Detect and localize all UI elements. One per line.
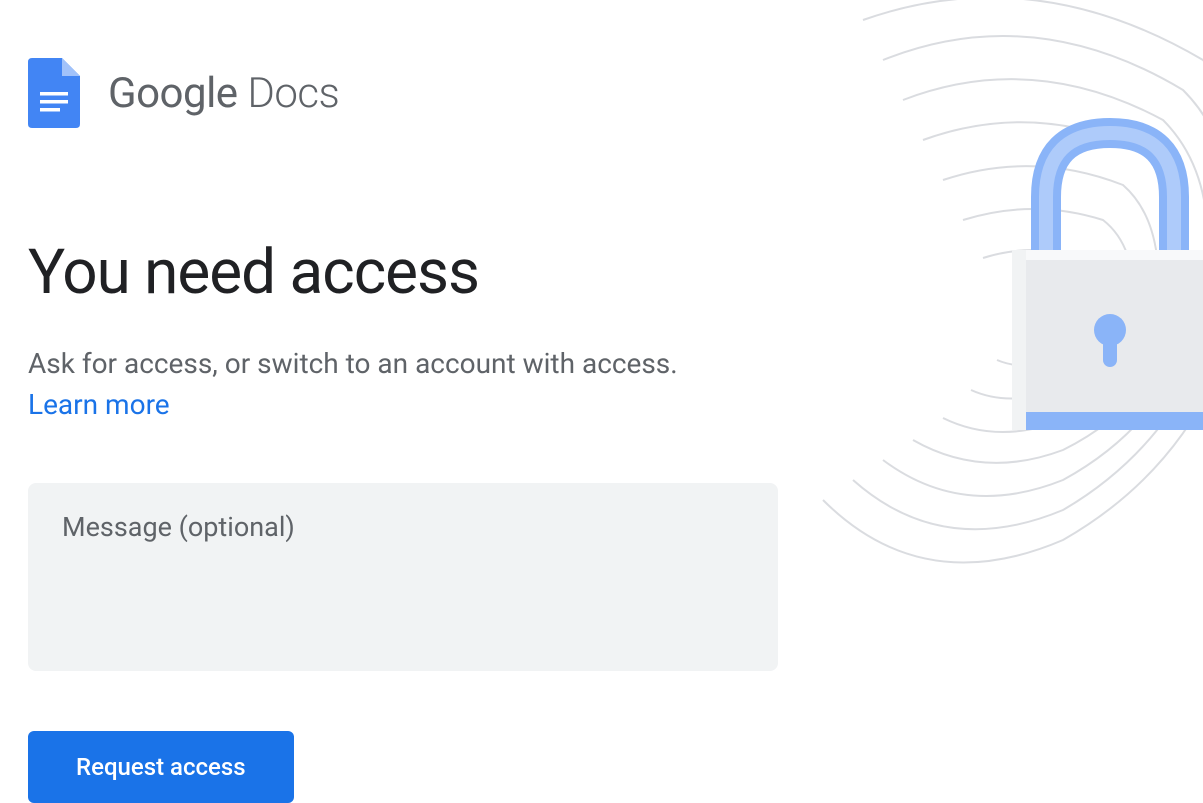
learn-more-link[interactable]: Learn more [28,388,170,421]
header: Google Docs [28,58,1175,128]
subtitle-text: Ask for access, or switch to an account … [28,347,788,380]
main-content: You need access Ask for access, or switc… [28,236,788,803]
product-name: Google Docs [108,69,339,118]
message-input[interactable] [28,483,778,671]
google-docs-icon [28,58,80,128]
request-access-button[interactable]: Request access [28,731,294,803]
page-title: You need access [28,236,788,309]
product-name-bold: Google [108,69,238,118]
product-name-light: Docs [238,69,340,118]
